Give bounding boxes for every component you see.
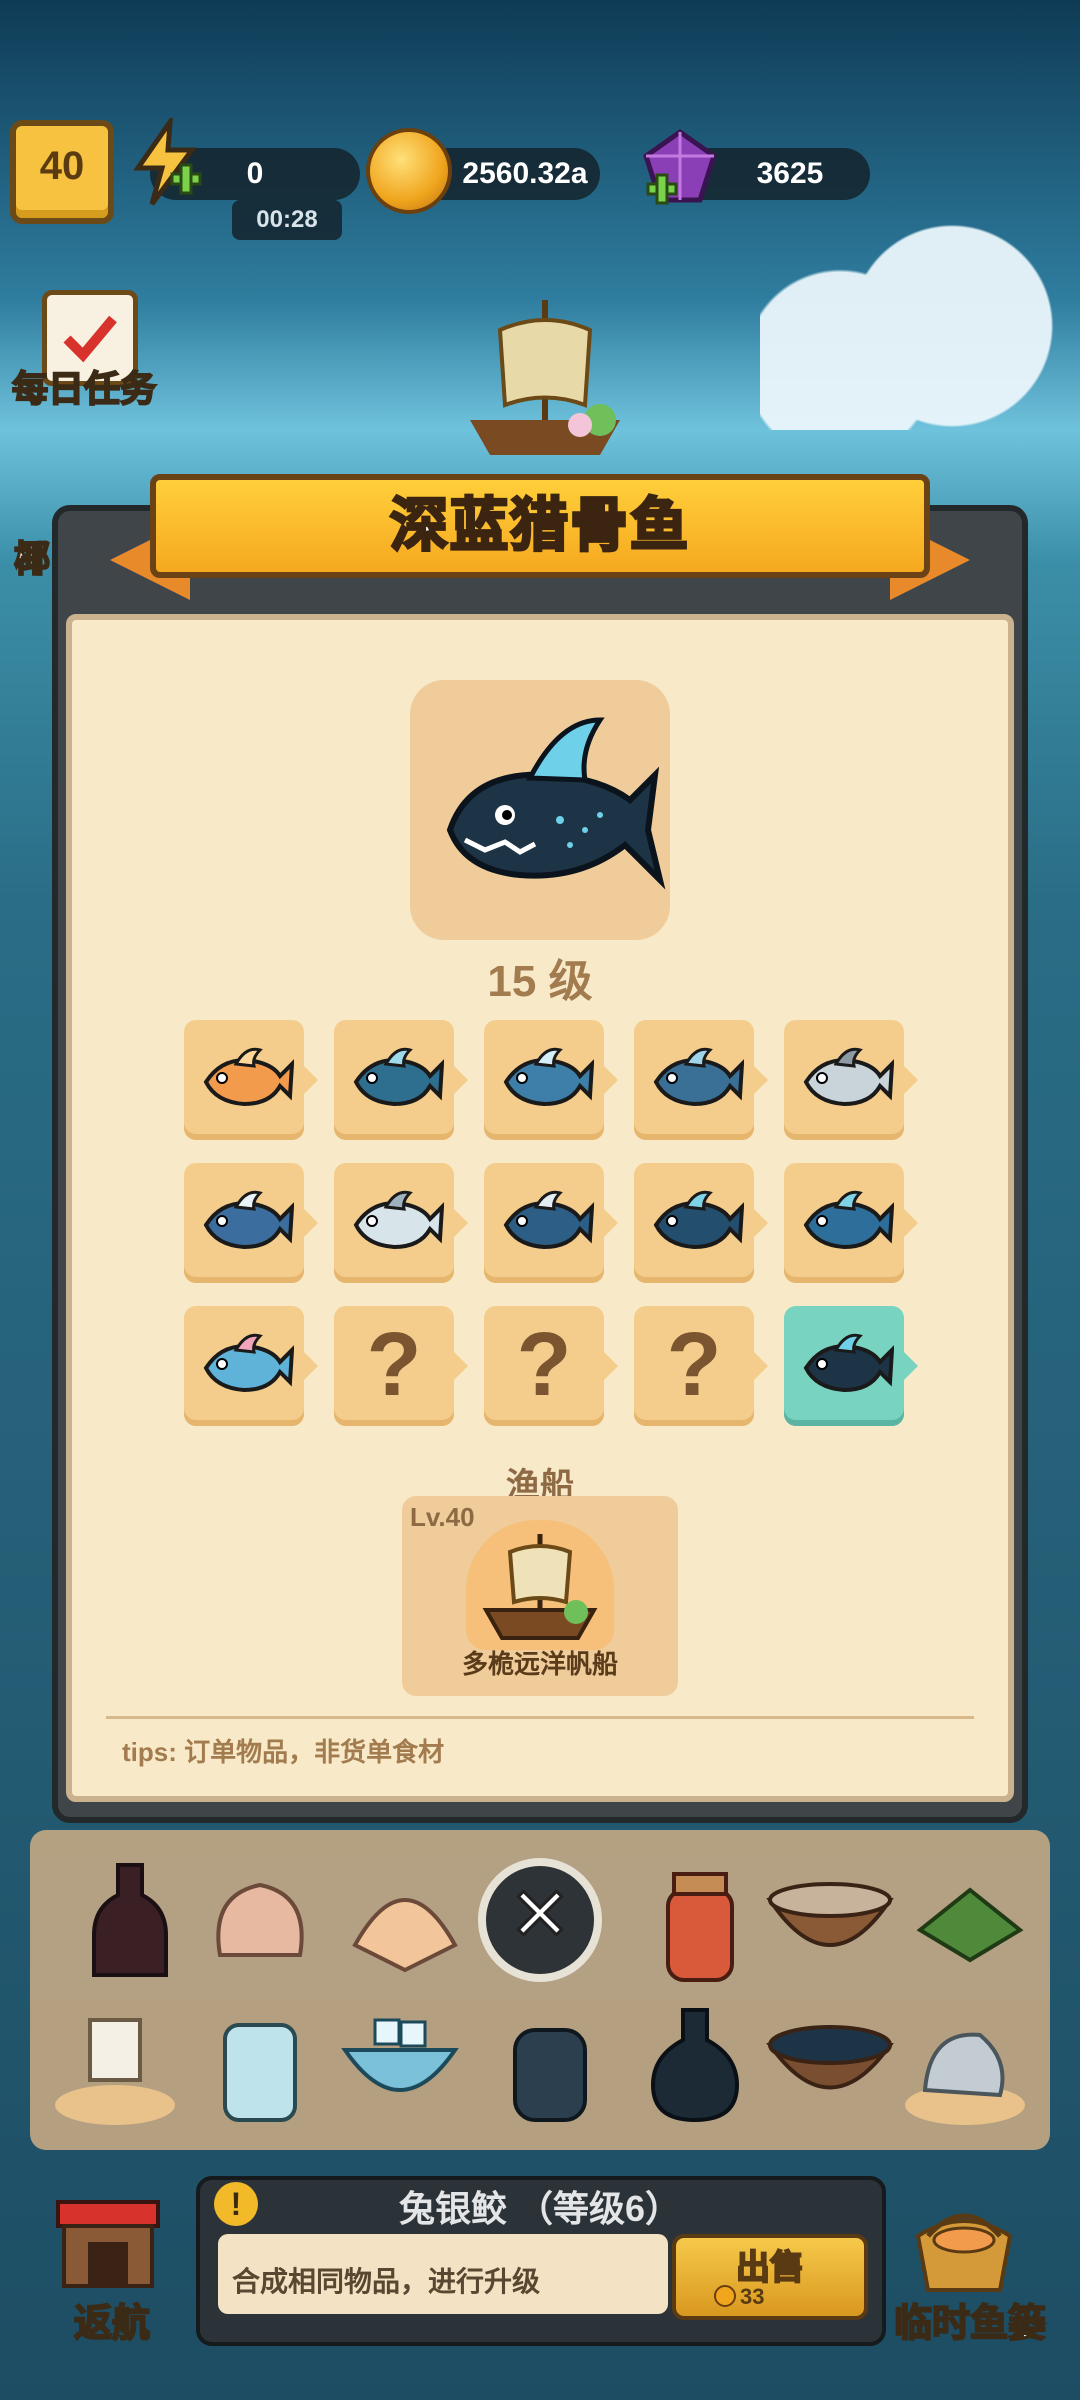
unknown-question-icon: ? — [516, 1315, 572, 1415]
evolution-fish-slot[interactable] — [334, 1163, 468, 1283]
locked-evolution-slot[interactable]: ? — [484, 1306, 618, 1426]
ice-bowl-item-icon[interactable] — [335, 2000, 465, 2120]
evolution-fish-slot[interactable] — [484, 1020, 618, 1140]
fish-icon — [803, 1333, 894, 1393]
locked-evolution-slot[interactable]: ? — [334, 1306, 468, 1426]
fish-level: 15 级 — [487, 957, 593, 1006]
sailing-ship-icon — [482, 1534, 598, 1640]
item-description: 合成相同物品，进行升级 — [232, 2266, 541, 2297]
player-level-badge[interactable]: 40 — [10, 120, 114, 224]
fish-icon — [803, 1047, 894, 1107]
evolution-fish-slot[interactable] — [184, 1163, 318, 1283]
dark-bowl-item-icon[interactable] — [760, 2000, 900, 2120]
unknown-question-icon: ? — [366, 1315, 422, 1415]
fish-icon — [203, 1190, 294, 1250]
daily-tasks-label[interactable]: 每日任务 — [11, 360, 157, 412]
next-arrow-icon — [454, 1209, 468, 1237]
next-arrow-icon — [304, 1066, 318, 1094]
next-arrow-icon — [304, 1209, 318, 1237]
side-menu-label[interactable]: 椰 — [13, 530, 51, 582]
next-arrow-icon — [604, 1209, 618, 1237]
return-shop-icon[interactable] — [48, 2192, 168, 2292]
fish-basket-icon[interactable] — [904, 2196, 1024, 2296]
next-arrow-icon — [904, 1352, 918, 1380]
evolution-fish-slot[interactable] — [184, 1306, 318, 1426]
close-icon: ✕ — [507, 1872, 572, 1958]
next-arrow-icon — [754, 1066, 768, 1094]
next-arrow-icon — [604, 1066, 618, 1094]
deep-blue-bonefish-icon — [446, 717, 666, 890]
tips-text: tips: 订单物品，非货单食材 — [122, 1737, 445, 1767]
oyster-item-icon[interactable] — [900, 2000, 1030, 2130]
fish-icon — [803, 1190, 894, 1250]
coin-icon — [714, 2285, 736, 2307]
evolution-fish-slot[interactable] — [784, 1163, 918, 1283]
gem-icon[interactable] — [640, 128, 720, 208]
next-arrow-icon — [604, 1352, 618, 1380]
close-button[interactable]: ✕ — [478, 1858, 602, 1982]
return-label[interactable]: 返航 — [73, 2292, 151, 2347]
energy-timer: 00:28 — [232, 200, 342, 240]
scallop-item-icon[interactable] — [345, 1865, 465, 1985]
coin-icon — [366, 128, 452, 214]
fish-icon — [353, 1190, 444, 1250]
fish-icon — [503, 1190, 594, 1250]
next-arrow-icon — [754, 1209, 768, 1237]
player-level: 40 — [39, 144, 85, 188]
energy-bolt-icon[interactable] — [126, 118, 206, 208]
fish-icon — [353, 1047, 444, 1107]
sell-price: 33 — [740, 2284, 765, 2309]
jar-item-icon[interactable] — [640, 1860, 760, 1990]
boat-name: 多桅远洋帆船 — [461, 1649, 618, 1679]
fish-icon — [653, 1190, 744, 1250]
evolution-fish-slot[interactable] — [784, 1020, 918, 1140]
fish-icon — [203, 1047, 294, 1107]
ship-background-icon — [470, 300, 620, 455]
fish-icon — [653, 1047, 744, 1107]
next-arrow-icon — [754, 1352, 768, 1380]
fish-icon — [503, 1047, 594, 1107]
selected-item-name: 兔银鲛 （等级6） — [398, 2188, 682, 2229]
featured-fish-card — [410, 680, 670, 940]
fish-icon — [203, 1333, 294, 1393]
next-arrow-icon — [304, 1352, 318, 1380]
tips-divider — [106, 1716, 974, 1719]
unknown-question-icon: ? — [666, 1315, 722, 1415]
rice-item-icon[interactable] — [50, 2000, 180, 2130]
bottle-item-icon[interactable] — [70, 1855, 190, 1985]
temporary-basket-label[interactable]: 临时鱼篓 — [893, 2292, 1047, 2347]
evolution-fish-slot[interactable] — [634, 1163, 768, 1283]
sell-label[interactable]: 出售 — [672, 2240, 868, 2289]
bowl-item-icon[interactable] — [760, 1860, 900, 1980]
dark-bottle-item-icon[interactable] — [635, 2000, 755, 2130]
next-arrow-icon — [454, 1352, 468, 1380]
seaweed-item-icon[interactable] — [910, 1860, 1030, 1980]
locked-evolution-slot[interactable]: ? — [634, 1306, 768, 1426]
next-arrow-icon — [454, 1066, 468, 1094]
next-arrow-icon — [904, 1066, 918, 1094]
shell-jar-item-icon[interactable] — [495, 2000, 605, 2130]
evolution-fish-slot[interactable] — [184, 1020, 318, 1140]
boat-level: Lv.40 — [410, 1502, 475, 1532]
next-arrow-icon — [904, 1209, 918, 1237]
boat-icon-backdrop — [466, 1520, 614, 1650]
evolution-fish-slot[interactable] — [634, 1020, 768, 1140]
background-clouds — [760, 170, 1080, 430]
current-fish-slot[interactable] — [784, 1306, 918, 1426]
info-icon[interactable]: ! — [214, 2182, 258, 2226]
evolution-fish-slot[interactable] — [484, 1163, 618, 1283]
evolution-fish-slot[interactable] — [334, 1020, 468, 1140]
modal-title: 深蓝猎骨鱼 — [388, 492, 690, 560]
glass-jar-item-icon[interactable] — [200, 2000, 320, 2130]
shell-item-icon[interactable] — [200, 1865, 320, 1985]
